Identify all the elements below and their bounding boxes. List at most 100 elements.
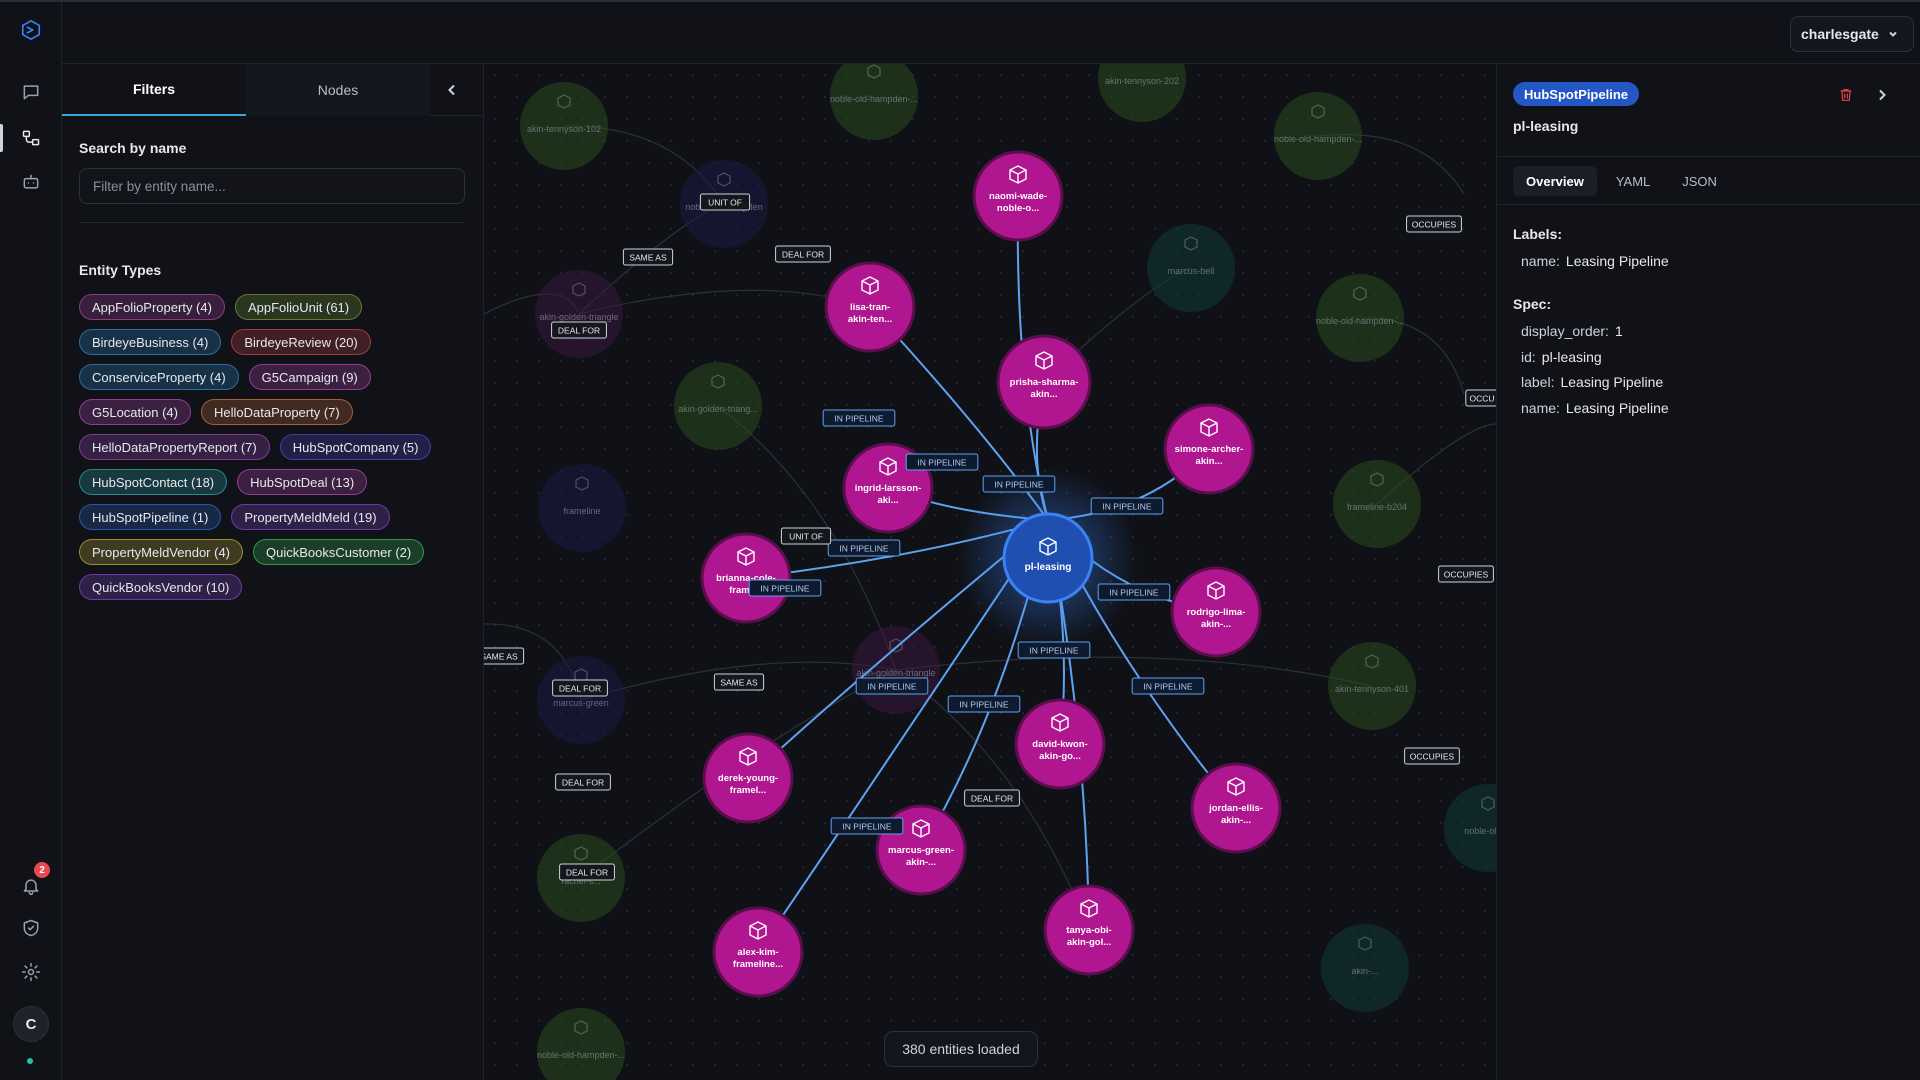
notification-badge: 2 [34, 862, 50, 878]
tab-overview[interactable]: Overview [1513, 166, 1597, 196]
faded-node-label: noble-old-... [1464, 826, 1496, 836]
edge-label: IN PIPELINE [1143, 682, 1192, 692]
entity-type-chip[interactable]: QuickBooksVendor (10) [79, 574, 243, 600]
faded-node-label: marcus-bell [1168, 266, 1215, 276]
top-bar: charlesgate [62, 2, 1920, 64]
entity-type-chip-list: AppFolioProperty (4) AppFolioUnit (61) Bir… [79, 294, 469, 600]
entity-type-chip[interactable]: BirdeyeBusiness (4) [79, 329, 222, 355]
detail-tabs: Overview YAML JSON [1513, 166, 1730, 196]
edge-label: UNIT OF [789, 532, 823, 542]
spec-key: label: [1521, 374, 1555, 390]
entity-node-label: akin-gol... [1067, 937, 1111, 948]
edge-label: DEAL FOR [559, 684, 601, 694]
entity-type-chip[interactable]: HubSpotContact (18) [79, 469, 228, 495]
entity-node-label: naomi-wade- [989, 191, 1047, 202]
settings-gear-icon[interactable] [19, 960, 43, 984]
entity-type-chip[interactable]: AppFolioProperty (4) [79, 294, 225, 320]
entity-type-chip[interactable]: BirdeyeReview (20) [231, 329, 371, 355]
entity-type-chip[interactable]: HubSpotCompany (5) [279, 434, 432, 460]
spec-value: Leasing Pipeline [1560, 374, 1664, 390]
faded-node-label: akin-tennyson-102 [527, 124, 601, 134]
label-key: name: [1521, 253, 1560, 269]
delete-trash-icon[interactable] [1835, 84, 1857, 106]
tab-yaml[interactable]: YAML [1603, 166, 1663, 196]
bot-icon[interactable] [19, 170, 43, 194]
faded-node-label: marcus-green [553, 698, 609, 708]
edge-label: IN PIPELINE [959, 700, 1008, 710]
faded-node-label: frameline [563, 506, 600, 516]
edge-label: IN PIPELINE [994, 480, 1043, 490]
faded-node[interactable] [1098, 64, 1186, 122]
app-logo-icon[interactable] [19, 18, 43, 42]
edge-label: IN PIPELINE [917, 458, 966, 468]
edge-label: DEAL FOR [562, 778, 604, 788]
graph-svg[interactable]: akin-tennyson-102 noble-old-hampden-... ak… [484, 64, 1496, 1080]
spec-row: id: pl-leasing [1521, 349, 1602, 365]
entity-type-chip[interactable]: G5Campaign (9) [248, 364, 371, 390]
graph-canvas[interactable]: akin-tennyson-102 noble-old-hampden-... ak… [484, 64, 1496, 1080]
entity-type-chip[interactable]: G5Location (4) [79, 399, 191, 425]
entity-node-label: prisha-sharma- [1010, 377, 1079, 388]
chevron-down-icon [1889, 31, 1897, 37]
entity-node-label: akin... [1031, 389, 1058, 400]
faded-node-label: noble-old-hampden-... [1274, 134, 1362, 144]
edge-label: OCCUPIES [1410, 752, 1455, 762]
edge-label: SAME AS [720, 678, 758, 688]
spec-value: 1 [1614, 323, 1623, 339]
faded-node-label: akin-tennyson-202 [1105, 76, 1179, 86]
divider [79, 222, 465, 223]
entity-node-label: akin... [1196, 456, 1223, 467]
faded-node[interactable] [537, 1008, 625, 1080]
edge-label: IN PIPELINE [834, 414, 883, 424]
entity-node-label: simone-archer- [1175, 444, 1244, 455]
edge-label: IN PIPELINE [1029, 646, 1078, 656]
spec-heading: Spec: [1513, 296, 1552, 312]
edge-label: IN PIPELINE [1102, 502, 1151, 512]
tab-filters[interactable]: Filters [62, 64, 246, 116]
tab-json[interactable]: JSON [1669, 166, 1730, 196]
chat-icon[interactable] [19, 80, 43, 104]
entity-type-chip[interactable]: ConserviceProperty (4) [79, 364, 239, 390]
divider [1497, 156, 1920, 157]
collapse-panel-chevron-left-icon[interactable] [440, 78, 464, 102]
edge-label: DEAL FOR [558, 326, 600, 336]
entity-node-label: david-kwon- [1032, 739, 1087, 750]
entity-type-chip[interactable]: PropertyMeldVendor (4) [79, 539, 244, 565]
spec-value: Leasing Pipeline [1565, 400, 1669, 416]
graph-icon[interactable] [19, 126, 43, 150]
entity-node-label: akin-ten... [848, 314, 892, 325]
label-value: Leasing Pipeline [1565, 253, 1669, 269]
entity-type-chip[interactable]: QuickBooksCustomer (2) [253, 539, 425, 565]
filters-panel: Filters Nodes Search by name Entity Type… [62, 64, 484, 1080]
divider [1497, 204, 1920, 205]
shield-icon[interactable] [19, 916, 43, 940]
entity-node-label: ingrid-larsson- [855, 483, 922, 494]
tab-nodes[interactable]: Nodes [246, 64, 430, 116]
entity-type-chip[interactable]: AppFolioUnit (61) [234, 294, 363, 320]
entity-node-label: aki... [877, 495, 898, 506]
label-row: name: Leasing Pipeline [1521, 253, 1669, 269]
faded-node-label: akin-... [1351, 966, 1378, 976]
entity-name-search-input[interactable] [79, 168, 465, 204]
entity-type-chip[interactable]: HelloDataPropertyReport (7) [79, 434, 270, 460]
close-panel-chevron-right-icon[interactable] [1871, 84, 1893, 106]
account-name: charlesgate [1801, 26, 1879, 42]
spec-row: display_order: 1 [1521, 323, 1623, 339]
online-status-dot [27, 1058, 33, 1064]
entity-type-chip[interactable]: PropertyMeldMeld (19) [231, 504, 390, 530]
user-avatar[interactable]: C [13, 1006, 49, 1042]
entity-title: pl-leasing [1513, 118, 1579, 134]
entity-node-label: jordan-ellis- [1208, 803, 1263, 814]
entity-type-chip[interactable]: HubSpotDeal (13) [237, 469, 368, 495]
entity-node-label: lisa-tran- [850, 302, 890, 313]
faded-node-label: noble-old-hampden-... [830, 94, 918, 104]
left-nav-rail: 2 C [0, 2, 62, 1080]
entity-type-chip[interactable]: HubSpotPipeline (1) [79, 504, 222, 530]
edge-label: IN PIPELINE [839, 544, 888, 554]
entity-type-chip[interactable]: HelloDataProperty (7) [201, 399, 353, 425]
panel-tabs: Filters Nodes [62, 64, 484, 116]
entity-detail-panel: HubSpotPipeline pl-leasing Overview YAML… [1496, 64, 1920, 1080]
account-selector[interactable]: charlesgate [1790, 16, 1914, 52]
search-by-name-label: Search by name [79, 140, 187, 156]
selected-pipeline-node[interactable] [1002, 512, 1094, 604]
